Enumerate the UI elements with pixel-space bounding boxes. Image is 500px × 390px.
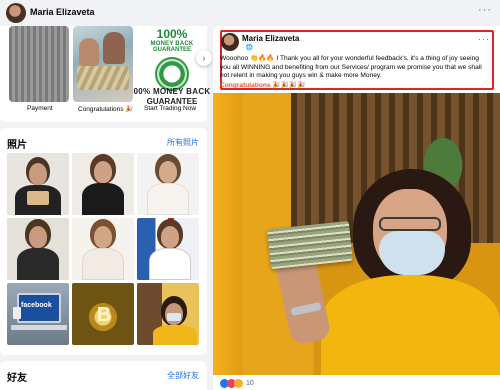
photos-title: 照片 <box>7 140 27 151</box>
guarantee-badge-icon <box>155 57 189 91</box>
guarantee-line3: 00% MONEY BACK <box>133 87 211 96</box>
photos-section: 照片 所有照片 facebook B <box>0 128 207 355</box>
photo-thumbnail[interactable] <box>137 153 199 215</box>
person-head <box>29 163 47 185</box>
laptop-icon <box>27 191 49 205</box>
see-all-friends-link[interactable]: 全部好友 <box>167 370 199 381</box>
face-mask <box>167 313 181 321</box>
laptop-screen-text: facebook <box>21 302 52 309</box>
person-body <box>147 183 189 215</box>
profile-name[interactable]: Maria Elizaveta <box>30 7 95 17</box>
person-body <box>153 325 197 345</box>
post-author-avatar[interactable] <box>221 33 239 51</box>
person-body <box>82 248 124 280</box>
cash-stack <box>77 66 129 90</box>
avatar[interactable] <box>6 3 26 23</box>
person-head <box>94 161 112 183</box>
profile-header: Maria Elizaveta ··· <box>0 0 500 26</box>
care-icon <box>234 379 243 388</box>
person-body <box>82 183 124 215</box>
person-head <box>159 161 177 183</box>
photo-thumbnail[interactable] <box>7 153 69 215</box>
featured-card-congratulations[interactable] <box>73 26 133 102</box>
person-head <box>161 226 179 248</box>
photo-thumbnail[interactable]: B <box>72 283 134 345</box>
photo-thumbnail[interactable] <box>72 218 134 280</box>
friends-section: 好友 全部好友 <box>0 361 207 390</box>
post-more-icon[interactable]: ··· <box>478 34 490 44</box>
person-body <box>149 248 191 280</box>
photo-thumbnail[interactable]: facebook <box>7 283 69 345</box>
cash-stack <box>267 220 353 270</box>
more-options-icon[interactable]: ··· <box>478 4 492 16</box>
cup-icon <box>13 307 21 319</box>
post-text: Wooohoo 👏🔥🔥 I Thank you all for your won… <box>220 55 482 80</box>
post-card: Maria Elizaveta · 🌐 ··· Wooohoo 👏🔥🔥 I Th… <box>213 26 500 390</box>
photo-thumbnail[interactable] <box>137 218 199 280</box>
guarantee-percent: 100% <box>156 27 188 41</box>
featured-card-payment[interactable] <box>9 26 69 102</box>
see-all-photos-link[interactable]: 所有照片 <box>167 137 199 148</box>
photo-thumbnail[interactable] <box>72 153 134 215</box>
featured-caption: Start Trading Now <box>144 105 197 112</box>
featured-caption: Payment <box>27 105 53 112</box>
featured-caption: Congratulations 🎉 <box>78 106 134 113</box>
person-figure <box>79 38 99 66</box>
person-body <box>17 248 59 280</box>
photo-thumbnail[interactable] <box>7 218 69 280</box>
friends-title: 好友 <box>7 373 27 384</box>
featured-card-start-trading[interactable]: 100% MONEY BACK GUARANTEE 00% MONEY BACK… <box>134 26 211 106</box>
person-figure <box>103 32 125 64</box>
glasses-icon <box>379 217 441 231</box>
post-meta[interactable]: · 🌐 <box>242 44 253 51</box>
post-tag: Congratulations 🎉🎉🎉🎉 <box>220 82 306 89</box>
laptop-base <box>11 325 67 330</box>
person-head <box>29 226 47 248</box>
featured-section: 100% MONEY BACK GUARANTEE 00% MONEY BACK… <box>0 26 212 122</box>
guarantee-line2: GUARANTEE <box>152 47 191 53</box>
face-mask <box>379 231 445 275</box>
bitcoin-icon: B <box>96 304 112 326</box>
reaction-count[interactable]: 10 <box>246 380 254 387</box>
photo-blind <box>213 93 243 375</box>
chevron-right-icon[interactable]: › <box>196 50 212 66</box>
photo-grid: facebook B <box>7 153 199 345</box>
post-author-name[interactable]: Maria Elizaveta <box>242 34 299 43</box>
person-head <box>94 226 112 248</box>
person-shirt <box>321 275 500 375</box>
post-photo[interactable] <box>213 93 500 375</box>
photo-thumbnail[interactable] <box>137 283 199 345</box>
